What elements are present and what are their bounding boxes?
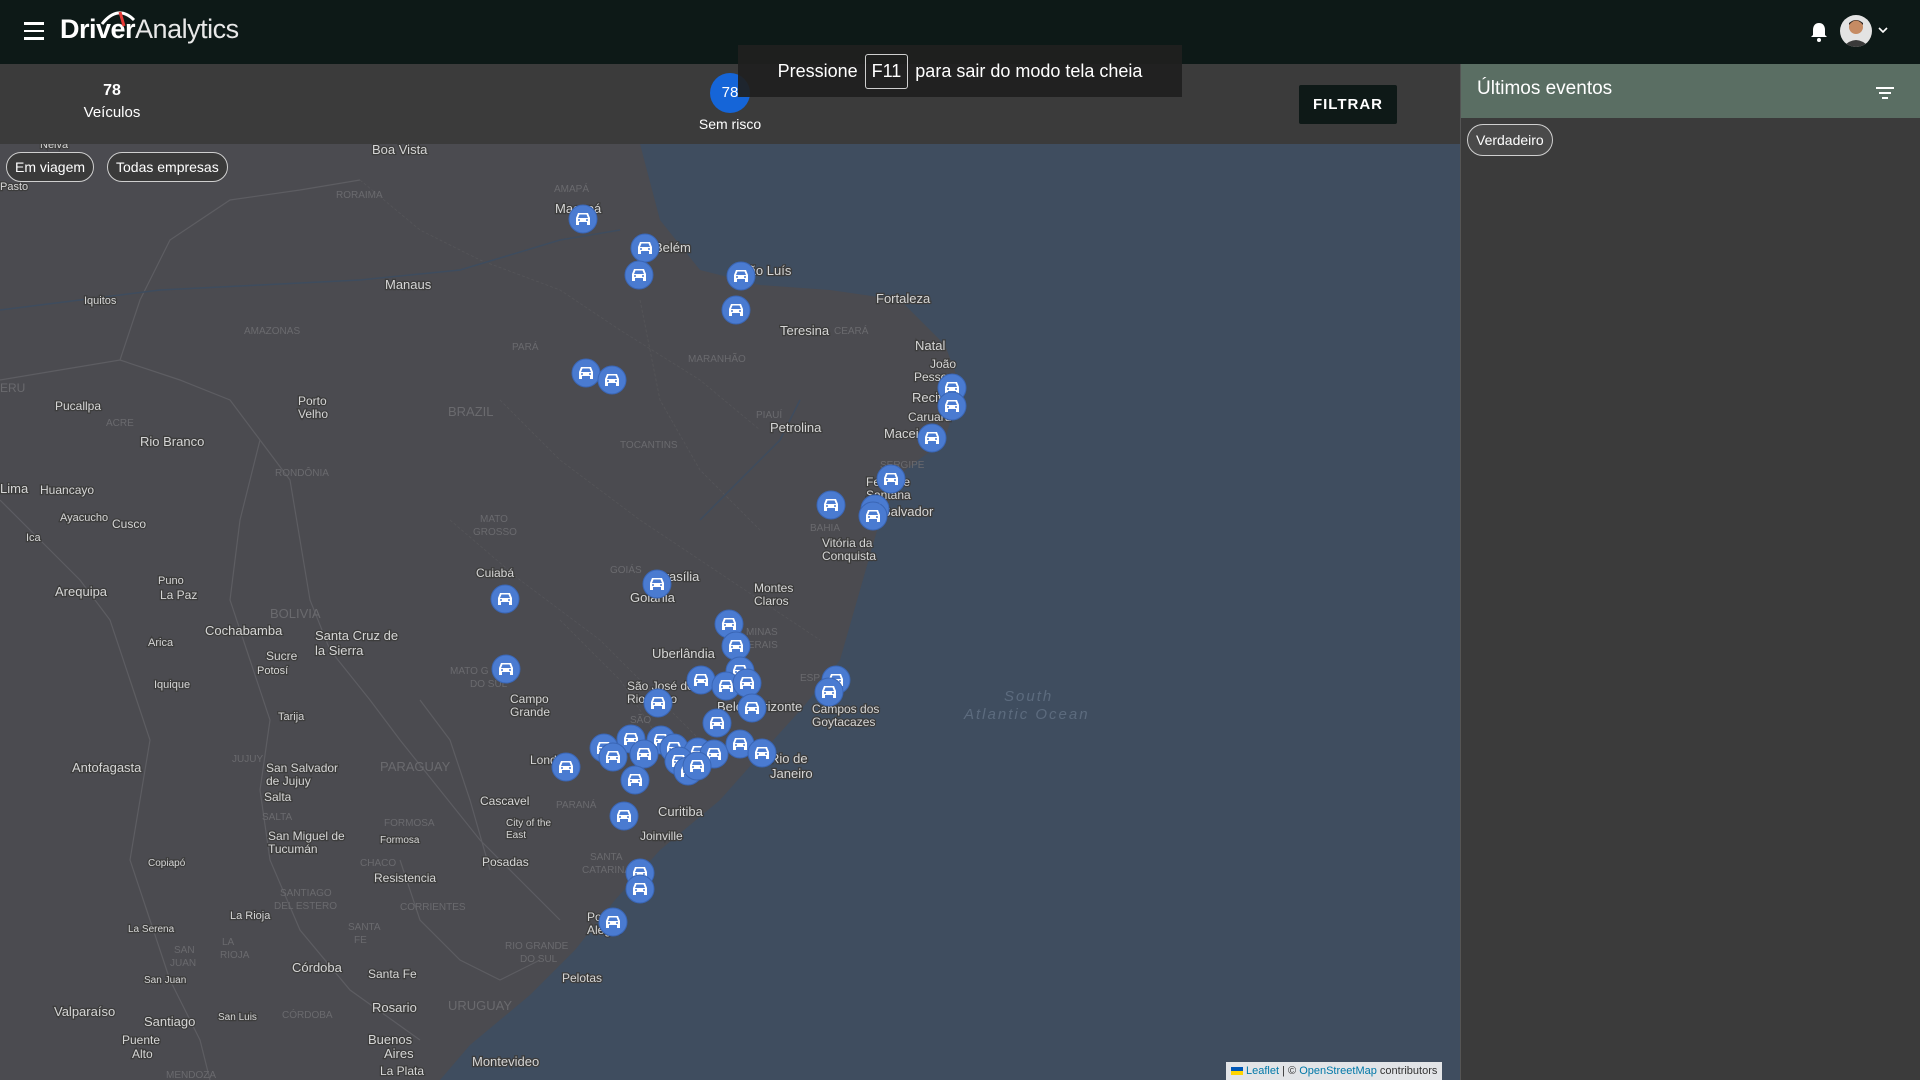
vehicle-marker [490, 584, 520, 614]
vehicles-label: Veículos [83, 104, 141, 121]
logo-swoosh-icon [100, 11, 136, 27]
vehicle-marker [598, 907, 628, 937]
attribution-separator: | © [1282, 1065, 1297, 1077]
vehicle-marker [876, 464, 906, 494]
fullscreen-notice-after: para sair do modo tela cheia [915, 60, 1143, 81]
vehicle-marker [643, 688, 673, 718]
vehicle-markers-layer[interactable] [0, 144, 1460, 1080]
vehicle-markers[interactable] [490, 204, 967, 937]
vehicle-marker [937, 391, 967, 421]
filter-button[interactable]: FILTRAR [1299, 85, 1397, 124]
vehicle-marker [571, 358, 601, 388]
leaflet-link[interactable]: Leaflet [1246, 1065, 1279, 1077]
chip-in-travel[interactable]: Em viagem [6, 152, 95, 182]
chip-true-filter[interactable]: Verdadeiro [1467, 124, 1553, 156]
fullscreen-notice-before: Pressione [777, 60, 858, 81]
vehicle-marker [551, 752, 581, 782]
fullscreen-notice: Pressione F11 para sair do modo tela che… [738, 45, 1182, 97]
bell-icon[interactable] [1810, 22, 1828, 42]
vehicle-marker [726, 261, 756, 291]
map-view[interactable]: Boa Vista Macapá Belém São Luís Fortalez… [0, 144, 1460, 1080]
stats-toolbar: 78 Veículos 78 Sem risco FILTRAR [0, 64, 1460, 144]
attribution-suffix: contributors [1379, 1065, 1438, 1077]
openstreetmap-link[interactable]: OpenStreetMap [1299, 1065, 1377, 1077]
vehicle-marker [686, 665, 716, 695]
vehicle-marker [721, 631, 751, 661]
vehicle-marker [737, 693, 767, 723]
fullscreen-key: F11 [864, 53, 909, 89]
chevron-down-icon[interactable] [1878, 27, 1888, 33]
no-risk-label: Sem risco [698, 116, 762, 132]
vehicles-stat: 78 Veículos [62, 82, 162, 121]
vehicle-marker [598, 742, 628, 772]
vehicle-marker [629, 739, 659, 769]
map-attribution: Leaflet | © OpenStreetMap contributors [1226, 1062, 1443, 1080]
vehicle-marker [609, 801, 639, 831]
vehicle-marker [642, 569, 672, 599]
events-header: Últimos eventos [1461, 64, 1920, 118]
chip-all-companies[interactable]: Todas empresas [107, 152, 228, 182]
ukraine-flag-icon [1231, 1067, 1243, 1076]
vehicle-marker [721, 295, 751, 325]
vehicle-marker [568, 204, 598, 234]
vehicle-marker [624, 260, 654, 290]
vehicle-marker [917, 423, 947, 453]
events-title: Últimos eventos [1477, 78, 1613, 99]
vehicle-marker [597, 365, 627, 395]
avatar[interactable] [1840, 15, 1872, 47]
user-avatar-icon [1843, 20, 1869, 47]
logo-light-text: Analytics [135, 14, 239, 44]
app-logo: DriverAnalytics [60, 11, 239, 45]
vehicle-marker [491, 654, 521, 684]
vehicle-marker [620, 765, 650, 795]
vehicle-marker [732, 668, 762, 698]
vehicle-marker [858, 501, 888, 531]
filter-list-icon[interactable] [1876, 86, 1894, 100]
vehicle-marker [814, 677, 844, 707]
vehicle-marker [625, 874, 655, 904]
vehicles-count: 78 [103, 82, 121, 99]
vehicle-marker [682, 751, 712, 781]
vehicle-marker [747, 738, 777, 768]
vehicle-marker [702, 708, 732, 738]
events-sidebar: Últimos eventos Verdadeiro [1460, 64, 1920, 1080]
menu-icon[interactable] [24, 22, 48, 42]
vehicle-marker [816, 490, 846, 520]
vehicle-marker [630, 233, 660, 263]
